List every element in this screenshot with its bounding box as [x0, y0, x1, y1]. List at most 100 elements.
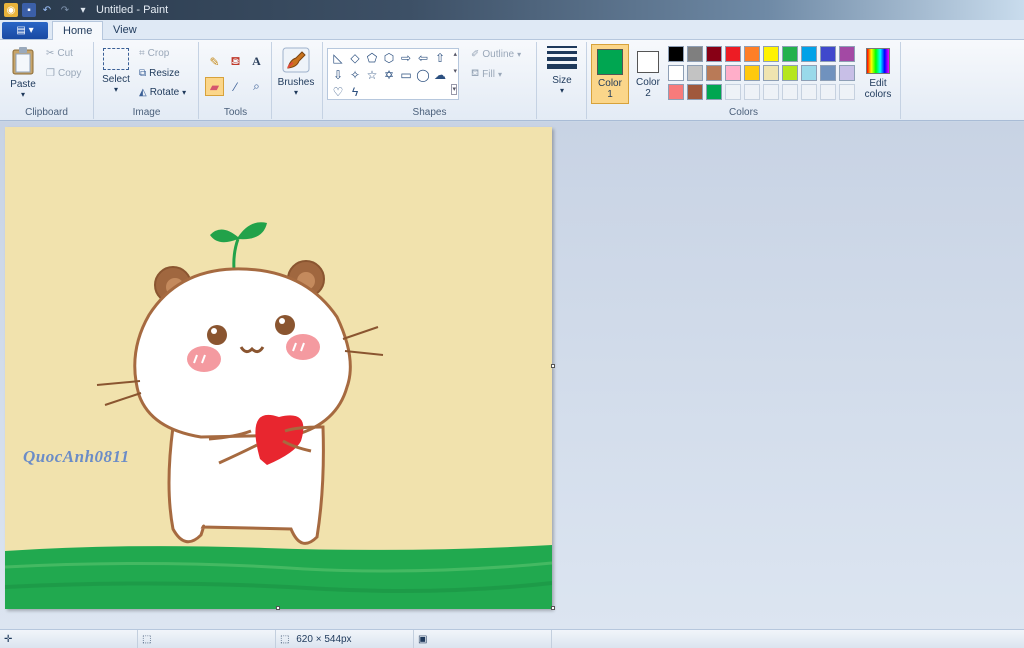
- selection-size-icon: ⬚: [142, 634, 152, 645]
- left-arrow-shape-icon[interactable]: ⇦: [415, 50, 431, 66]
- palette-swatch[interactable]: [744, 46, 760, 62]
- paste-dropdown-icon[interactable]: ▾: [6, 90, 40, 99]
- title-bar: ◉ ▪ ↶ ↷ ▾ Untitled - Paint: [0, 0, 1024, 20]
- palette-swatch[interactable]: [687, 46, 703, 62]
- palette-swatch-empty[interactable]: [744, 84, 760, 100]
- resize-button[interactable]: ⧉ Resize: [139, 68, 180, 79]
- tools-group-label: Tools: [223, 107, 248, 118]
- shapes-scroll-down-icon[interactable]: ▾: [453, 67, 457, 75]
- pencil-tool[interactable]: ✎: [205, 52, 224, 71]
- up-arrow-shape-icon[interactable]: ⇧: [432, 50, 448, 66]
- palette-swatch[interactable]: [839, 65, 855, 81]
- palette-swatch[interactable]: [782, 65, 798, 81]
- rotate-button[interactable]: ◭ Rotate ▾: [139, 87, 186, 98]
- canvas-resize-handle-bottom[interactable]: [276, 606, 280, 610]
- oval-callout-shape-icon[interactable]: ◯: [415, 67, 431, 83]
- text-tool[interactable]: A: [247, 52, 266, 71]
- edit-colors-label-2: colors: [864, 89, 892, 100]
- brushes-dropdown-icon[interactable]: ▾: [276, 88, 316, 97]
- text-icon: A: [252, 54, 261, 68]
- paste-label: Paste: [10, 79, 36, 90]
- shapes-scroll-up-icon[interactable]: ▴: [453, 50, 457, 58]
- five-point-star-shape-icon[interactable]: ☆: [364, 67, 380, 83]
- outline-button[interactable]: ✐ Outline ▾: [471, 49, 521, 60]
- palette-swatch[interactable]: [706, 65, 722, 81]
- magnifier-tool[interactable]: ⌕: [247, 77, 266, 96]
- palette-swatch[interactable]: [668, 65, 684, 81]
- palette-swatch[interactable]: [668, 84, 684, 100]
- palette-swatch[interactable]: [668, 46, 684, 62]
- down-arrow-shape-icon[interactable]: ⇩: [330, 67, 346, 83]
- palette-swatch[interactable]: [782, 46, 798, 62]
- diamond-shape-icon[interactable]: ◇: [347, 50, 363, 66]
- palette-swatch[interactable]: [801, 46, 817, 62]
- palette-swatch[interactable]: [687, 84, 703, 100]
- undo-icon[interactable]: ↶: [40, 3, 54, 17]
- line-size-icon: [547, 46, 577, 69]
- select-button[interactable]: Select ▾: [99, 48, 133, 94]
- four-point-star-shape-icon[interactable]: ✧: [347, 67, 363, 83]
- hexagon-shape-icon[interactable]: ⬡: [381, 50, 397, 66]
- color-picker-tool[interactable]: ⁄: [226, 77, 245, 96]
- cloud-callout-shape-icon[interactable]: ☁: [432, 67, 448, 83]
- palette-swatch[interactable]: [706, 46, 722, 62]
- pentagon-shape-icon[interactable]: ⬠: [364, 50, 380, 66]
- customize-qat-icon[interactable]: ▾: [76, 3, 90, 17]
- palette-swatch[interactable]: [687, 65, 703, 81]
- color1-button[interactable]: Color 1: [591, 44, 629, 104]
- paint-app-icon[interactable]: ◉: [4, 3, 18, 17]
- palette-swatch[interactable]: [763, 46, 779, 62]
- palette-swatch-empty[interactable]: [820, 84, 836, 100]
- image-dimensions: 620 × 544px: [296, 634, 352, 645]
- color2-button[interactable]: Color 2: [631, 44, 665, 104]
- file-menu-button[interactable]: ▤ ▾: [2, 22, 48, 39]
- palette-swatch-empty[interactable]: [801, 84, 817, 100]
- palette-swatch[interactable]: [763, 65, 779, 81]
- redo-icon[interactable]: ↷: [58, 3, 72, 17]
- outline-label: Outline: [482, 49, 515, 60]
- six-point-star-shape-icon[interactable]: ✡: [381, 67, 397, 83]
- right-arrow-shape-icon[interactable]: ⇨: [398, 50, 414, 66]
- eraser-tool[interactable]: ▰: [205, 77, 224, 96]
- right-triangle-shape-icon[interactable]: ◺: [330, 50, 346, 66]
- drawing-canvas[interactable]: QuocAnh0811: [5, 127, 552, 609]
- tools-group: ✎ ⛾ A ▰ ⁄ ⌕ Tools: [200, 42, 272, 119]
- select-dropdown-icon[interactable]: ▾: [99, 85, 133, 94]
- copy-button[interactable]: ❐ Copy: [46, 68, 81, 79]
- palette-swatch[interactable]: [820, 46, 836, 62]
- size-dropdown-icon[interactable]: ▾: [543, 86, 581, 95]
- tab-home[interactable]: Home: [52, 21, 104, 41]
- rotate-dropdown-icon[interactable]: ▾: [182, 88, 186, 97]
- paste-button[interactable]: Paste ▾: [6, 46, 40, 99]
- cut-button[interactable]: ✂ Cut: [46, 48, 73, 59]
- brushes-button[interactable]: Brushes ▾: [276, 46, 316, 97]
- palette-swatch[interactable]: [839, 46, 855, 62]
- edit-colors-button[interactable]: Edit colors: [857, 44, 899, 100]
- rect-callout-shape-icon[interactable]: ▭: [398, 67, 414, 83]
- palette-swatch-empty[interactable]: [725, 84, 741, 100]
- crop-button[interactable]: ⌗ Crop: [139, 48, 169, 59]
- window-title: Untitled - Paint: [96, 4, 169, 16]
- palette-swatch[interactable]: [725, 46, 741, 62]
- save-icon[interactable]: ▪: [22, 3, 36, 17]
- palette-swatch-empty[interactable]: [782, 84, 798, 100]
- clipboard-group: Paste ▾ ✂ Cut ❐ Copy Clipboard: [0, 42, 94, 119]
- fill-tool[interactable]: ⛾: [226, 52, 245, 71]
- fill-label: Fill: [482, 69, 495, 80]
- canvas-resize-handle-right[interactable]: [551, 364, 555, 368]
- palette-swatch[interactable]: [820, 65, 836, 81]
- shapes-expand-icon[interactable]: ▾: [451, 84, 457, 95]
- heart-shape-icon[interactable]: ♡: [330, 84, 346, 100]
- colors-group: Color 1 Color 2 Edit colors Colors: [586, 42, 901, 119]
- canvas-resize-handle-corner[interactable]: [551, 606, 555, 610]
- fill-button[interactable]: ⛾ Fill ▾: [471, 68, 502, 81]
- palette-swatch-empty[interactable]: [763, 84, 779, 100]
- lightning-shape-icon[interactable]: ϟ: [347, 84, 363, 100]
- size-button[interactable]: Size ▾: [543, 46, 581, 95]
- tab-view[interactable]: View: [103, 21, 147, 41]
- palette-swatch[interactable]: [744, 65, 760, 81]
- palette-swatch-empty[interactable]: [839, 84, 855, 100]
- palette-swatch[interactable]: [706, 84, 722, 100]
- palette-swatch[interactable]: [801, 65, 817, 81]
- palette-swatch[interactable]: [725, 65, 741, 81]
